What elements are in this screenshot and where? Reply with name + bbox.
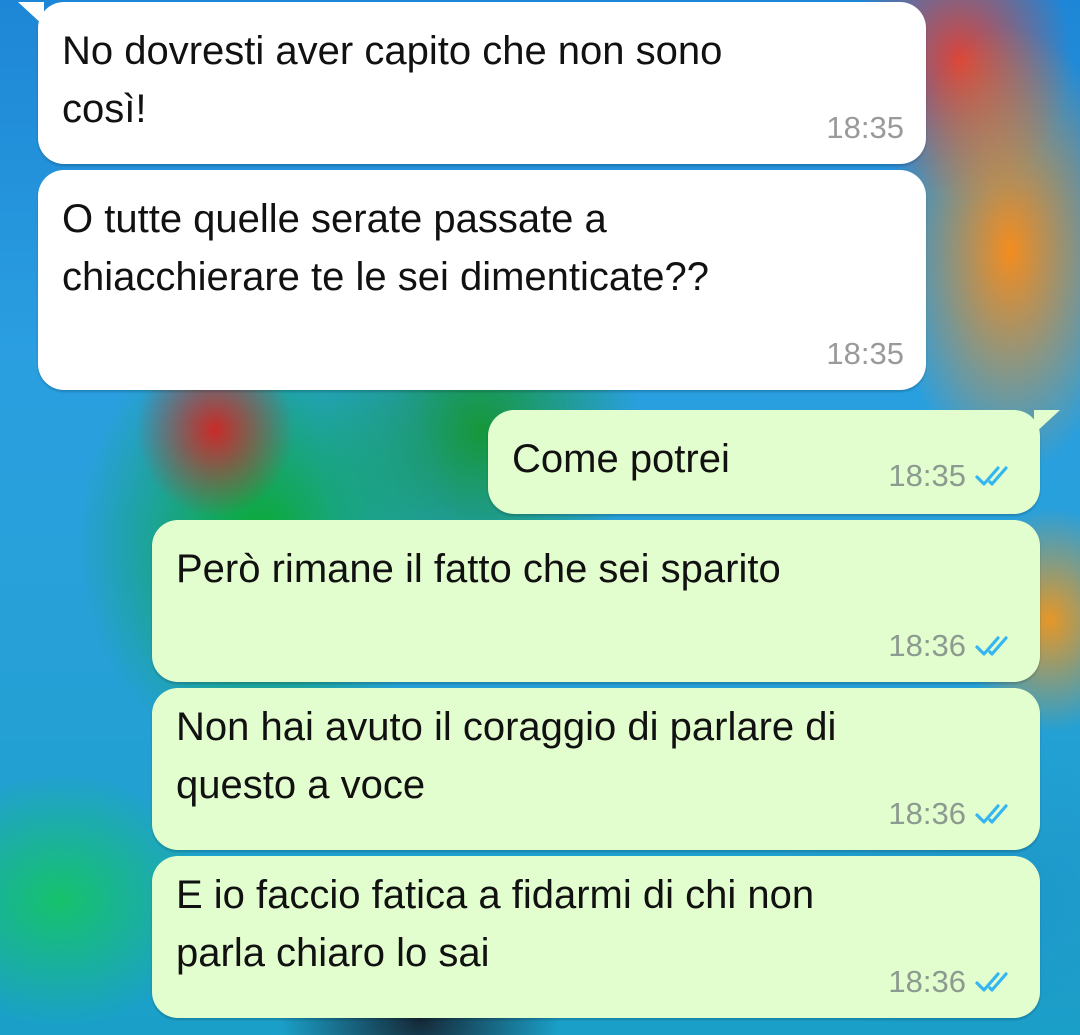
double-check-icon [975, 636, 1008, 656]
message-meta: 18:35 [826, 106, 904, 150]
message-bubble-incoming[interactable]: O tutte quelle serate passate a chiacchi… [38, 170, 926, 390]
double-check-icon [975, 466, 1008, 486]
message-time: 18:36 [888, 796, 966, 831]
message-time: 18:35 [826, 336, 904, 371]
message-text: Però rimane il fatto che sei sparito [176, 547, 781, 591]
message-text: No dovresti aver capito che non sono cos… [62, 29, 723, 131]
message-meta: 18:36 [888, 792, 1018, 836]
bubble-tail [1034, 410, 1060, 434]
message-text: Come potrei [512, 437, 730, 481]
bubble-tail [18, 2, 44, 26]
double-check-icon [975, 804, 1008, 824]
message-time: 18:35 [826, 110, 904, 145]
message-text: O tutte quelle serate passate a chiacchi… [62, 197, 710, 299]
message-time: 18:35 [888, 458, 966, 493]
message-text: Non hai avuto il coraggio di parlare di … [176, 705, 837, 807]
message-bubble-incoming[interactable]: No dovresti aver capito che non sono cos… [18, 2, 926, 164]
message-meta: 18:35 [826, 332, 904, 376]
double-check-icon [975, 972, 1008, 992]
message-bubble-outgoing[interactable]: Non hai avuto il coraggio di parlare di … [152, 688, 1040, 850]
message-time: 18:36 [888, 964, 966, 999]
message-bubble-outgoing[interactable]: E io faccio fatica a fidarmi di chi non … [152, 856, 1040, 1018]
message-meta: 18:36 [888, 624, 1018, 668]
message-meta: 18:35 [888, 454, 1018, 498]
chat-background: No dovresti aver capito che non sono cos… [0, 0, 1080, 1035]
message-bubble-outgoing[interactable]: Come potrei 18:35 [488, 410, 1060, 514]
message-bubble-outgoing[interactable]: Però rimane il fatto che sei sparito 18:… [152, 520, 1040, 682]
message-time: 18:36 [888, 628, 966, 663]
message-meta: 18:36 [888, 960, 1018, 1004]
message-text: E io faccio fatica a fidarmi di chi non … [176, 873, 815, 975]
